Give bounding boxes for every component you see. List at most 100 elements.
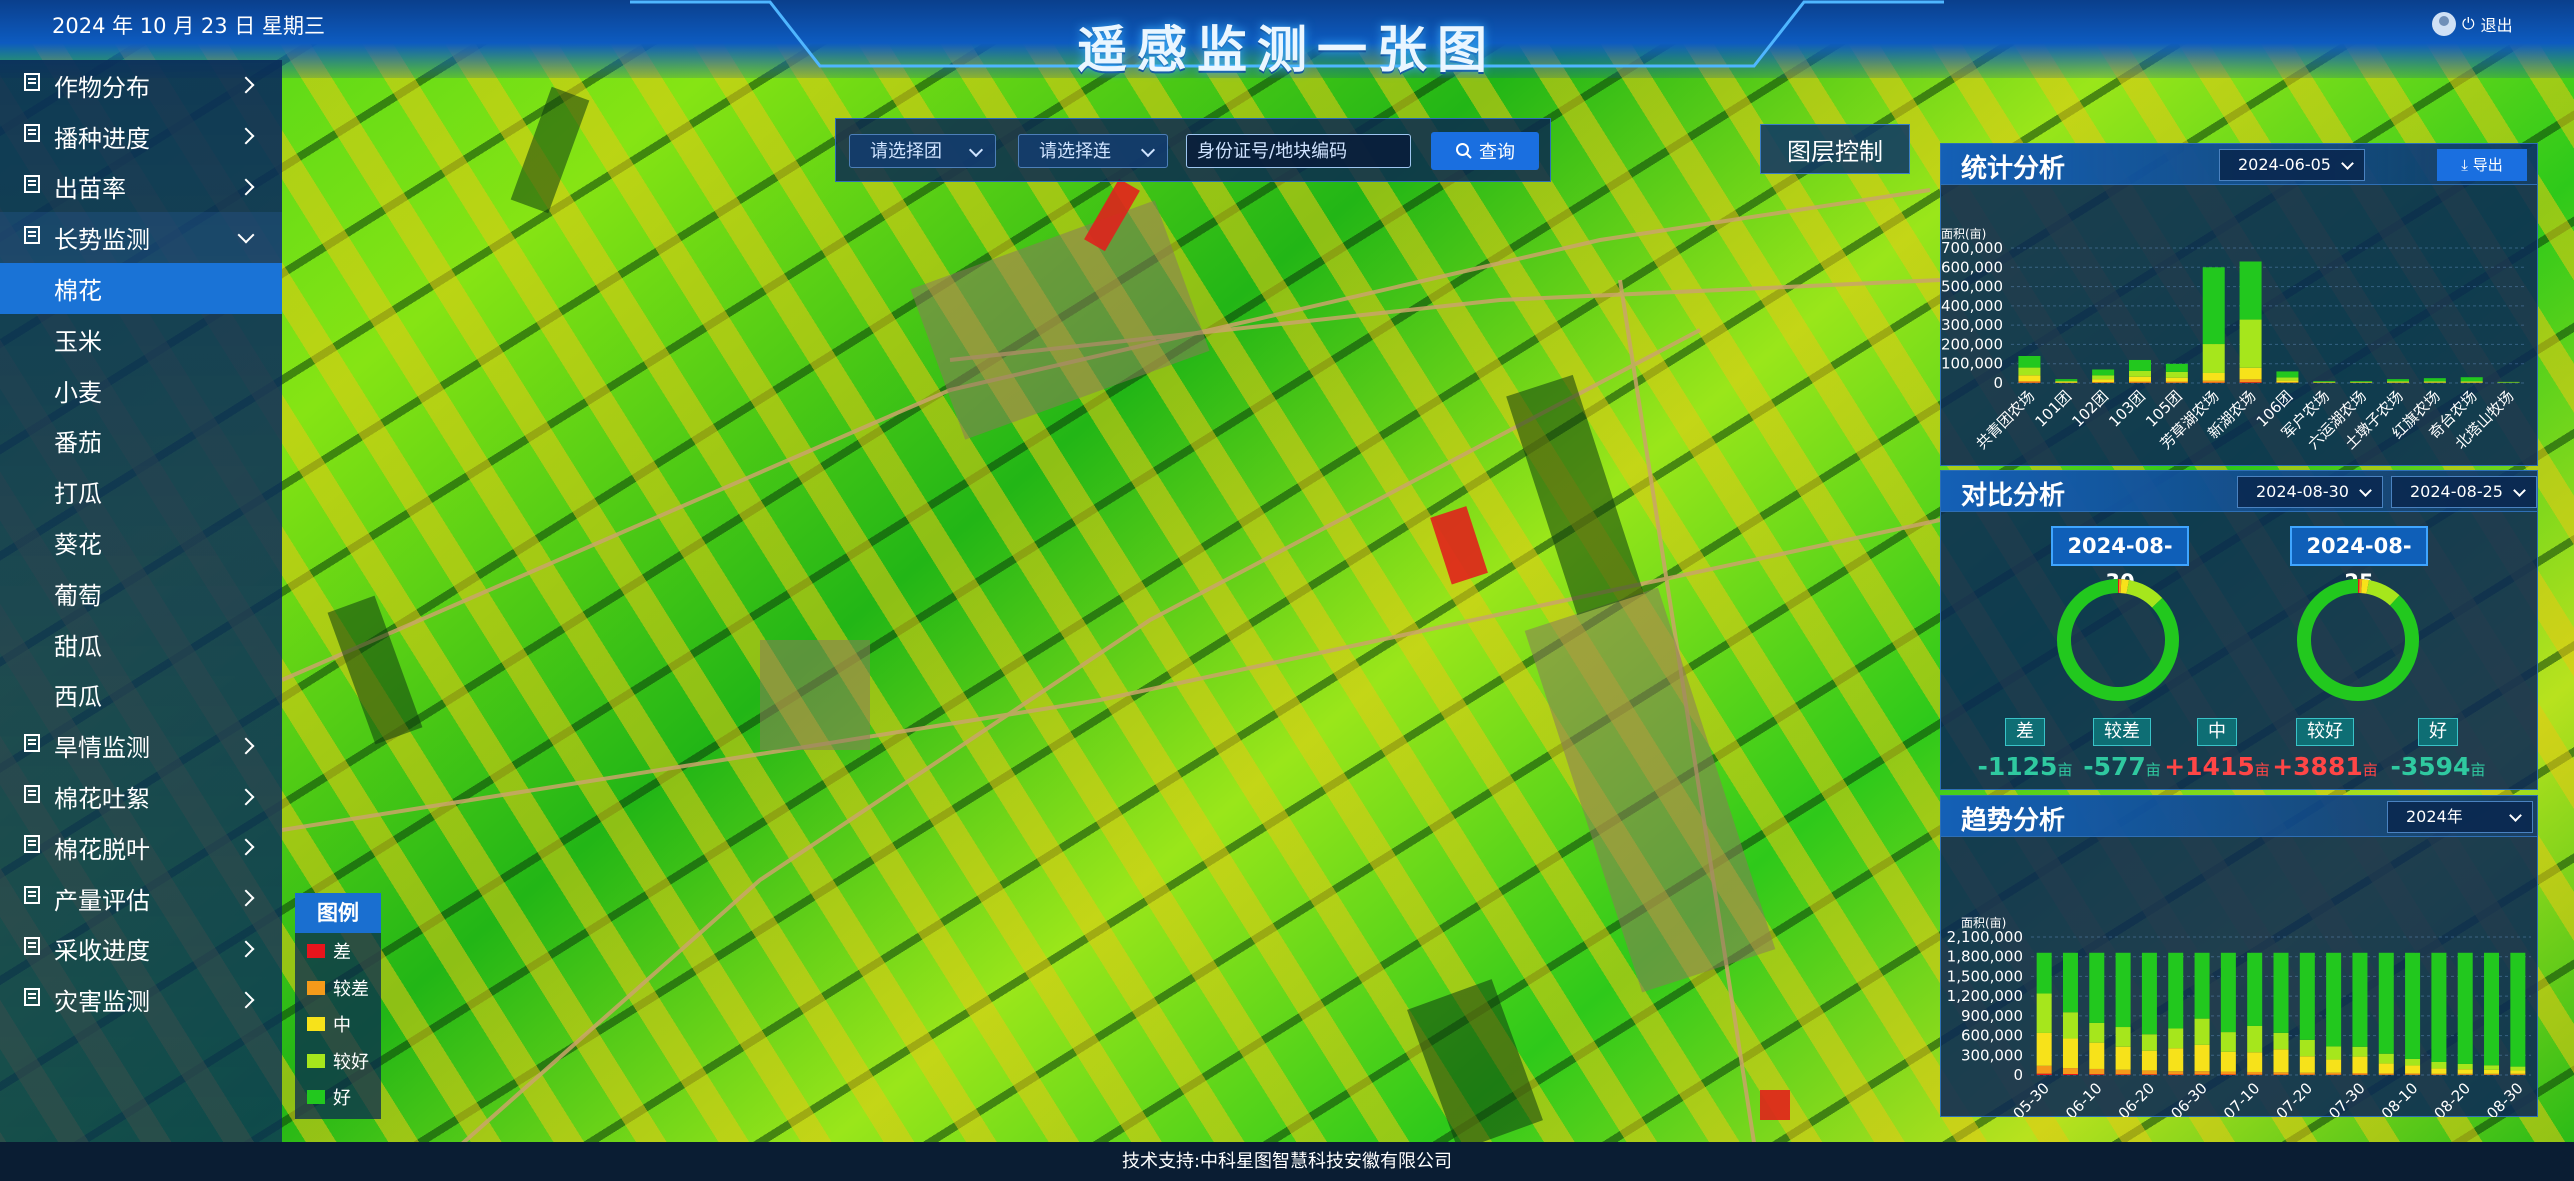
x-tick-label: 103团 — [2105, 387, 2149, 431]
legend-swatch — [307, 944, 325, 959]
bar-segment — [2276, 382, 2299, 383]
sidebar-item-label: 产量评估 — [54, 886, 150, 915]
bar-segment — [2431, 1073, 2447, 1075]
sidebar-item[interactable]: 长势监测 — [0, 212, 282, 264]
bar-segment — [2431, 952, 2447, 1062]
bar-segment — [2299, 1056, 2315, 1073]
query-button[interactable]: 查询 — [1431, 132, 1539, 170]
bar-segment — [2194, 1018, 2210, 1045]
footer: 技术支持:中科星图智慧科技安徽有限公司 — [0, 1142, 2574, 1181]
sidebar-subitem[interactable]: 番茄 — [0, 416, 282, 467]
company-select[interactable]: 请选择连 — [1018, 134, 1168, 168]
bar-segment — [2168, 1048, 2184, 1072]
y-tick-label: 400,000 — [1941, 297, 2003, 315]
stats-bar-chart: 面积(亩)0100,000200,000300,000400,000500,00… — [1941, 226, 2527, 453]
search-input[interactable] — [1186, 134, 1411, 168]
compare-date2-select[interactable]: 2024-08-25 — [2391, 476, 2537, 508]
sidebar-item[interactable]: 采收进度 — [0, 924, 282, 975]
bar-segment — [2273, 1032, 2289, 1050]
stats-panel: 统计分析 2024-06-05 ⤓ 导出 面积(亩) 0 100,000 200,00… — [1940, 143, 2538, 466]
bar-segment — [2092, 375, 2115, 380]
sidebar-subitem[interactable]: 打瓜 — [0, 466, 282, 517]
sidebar-item-label: 出苗率 — [54, 175, 126, 204]
bar-segment — [2378, 1053, 2394, 1064]
bar-segment — [2092, 382, 2115, 383]
y-tick-label: 2,100,000 — [1947, 928, 2023, 946]
user-area[interactable]: ⏻ 退出 — [2432, 12, 2513, 36]
bar-segment — [2018, 375, 2041, 382]
bar-segment — [2062, 952, 2078, 1013]
y-tick-label: 100,000 — [1941, 355, 2003, 373]
sidebar-subitem[interactable]: 玉米 — [0, 314, 282, 365]
chevron-down-icon — [968, 142, 984, 158]
bar-segment — [2168, 1074, 2184, 1075]
bar-segment — [2194, 952, 2210, 1019]
compare-date1-select[interactable]: 2024-08-30 — [2237, 476, 2383, 508]
sidebar-nav: 作物分布 播种进度出苗率长势监测 棉花 玉米 小麦 番茄 打瓜 葵花 葡萄 甜瓜 西瓜 旱情监测 棉花吐… — [0, 60, 282, 1142]
y-tick-label: 900,000 — [1961, 1007, 2023, 1025]
bar-segment — [2247, 1052, 2263, 1072]
bar-segment — [2457, 952, 2473, 1064]
sidebar-subitem[interactable]: 葵花 — [0, 517, 282, 568]
bar-segment — [2239, 382, 2262, 383]
legend-swatch — [307, 1090, 325, 1105]
bar-segment — [2036, 952, 2052, 994]
bar-segment — [2510, 1070, 2526, 1074]
sidebar-item[interactable]: 出苗率 — [0, 162, 282, 213]
sidebar-item[interactable]: 棉花脱叶 — [0, 822, 282, 873]
export-button[interactable]: ⤓ 导出 — [2437, 149, 2527, 181]
stats-date-select[interactable]: 2024-06-05 — [2219, 149, 2365, 181]
bar-segment — [2092, 369, 2115, 376]
avatar[interactable] — [2432, 12, 2456, 36]
compare-title: 对比分析 — [1961, 481, 2066, 511]
sidebar-subitem[interactable]: 葡萄 — [0, 568, 282, 619]
bar-segment — [2510, 1066, 2526, 1071]
bar-segment — [2405, 1073, 2421, 1075]
bar-segment — [2457, 1073, 2473, 1075]
bar-segment — [2115, 952, 2131, 1028]
power-icon[interactable]: ⏻ — [2462, 14, 2475, 34]
sidebar-item[interactable]: 旱情监测 — [0, 720, 282, 771]
layer-control-button[interactable]: 图层控制 — [1760, 124, 1910, 174]
sidebar-item[interactable]: 产量评估 — [0, 873, 282, 924]
trend-year-select[interactable]: 2024年 — [2387, 801, 2533, 833]
bar-segment — [2141, 1074, 2157, 1075]
y-tick-label: 700,000 — [1941, 239, 2003, 257]
sidebar-subitem[interactable]: 甜瓜 — [0, 619, 282, 670]
logout-link[interactable]: 退出 — [2481, 12, 2513, 36]
donut-slice — [2297, 579, 2419, 701]
bar-segment — [2220, 1074, 2236, 1075]
sidebar-item[interactable]: 棉花吐絮 — [0, 771, 282, 822]
chevron-right-icon — [237, 788, 255, 806]
bar-segment — [2036, 1032, 2052, 1066]
chevron-right-icon — [237, 991, 255, 1009]
sidebar-item[interactable]: 作物分布 — [0, 60, 282, 111]
sidebar-item[interactable]: 播种进度 — [0, 111, 282, 162]
header-bar: 2024 年 10 月 23 日 星期三 遥感监测一张图 ⏻ 退出 — [0, 0, 2574, 79]
team-select[interactable]: 请选择团 — [849, 134, 996, 168]
bar-segment — [2313, 381, 2336, 383]
bar-segment — [2141, 952, 2157, 1035]
bar-segment — [2326, 1046, 2342, 1060]
menu-icon — [22, 783, 54, 811]
y-tick-label: 500,000 — [1941, 278, 2003, 296]
bar-segment — [2141, 1070, 2157, 1075]
bar-segment — [2460, 381, 2483, 383]
bar-segment — [2018, 356, 2041, 368]
sidebar-subitem[interactable]: 棉花 — [0, 263, 282, 314]
bar-segment — [2352, 952, 2368, 1047]
bar-segment — [2220, 952, 2236, 1033]
sidebar-subitem[interactable]: 小麦 — [0, 365, 282, 416]
chevron-right-icon — [237, 838, 255, 856]
sidebar-item[interactable]: 灾害监测 — [0, 974, 282, 1025]
sidebar-subitem[interactable]: 西瓜 — [0, 670, 282, 721]
bar-segment — [2484, 1069, 2500, 1074]
bar-segment — [2276, 371, 2299, 378]
menu-icon — [22, 71, 54, 99]
bar-segment — [2431, 1068, 2447, 1074]
chevron-right-icon — [237, 737, 255, 755]
bar-segment — [2352, 1046, 2368, 1057]
bar-segment — [2276, 380, 2299, 383]
bar-segment — [2202, 344, 2225, 373]
bar-segment — [2387, 381, 2409, 383]
